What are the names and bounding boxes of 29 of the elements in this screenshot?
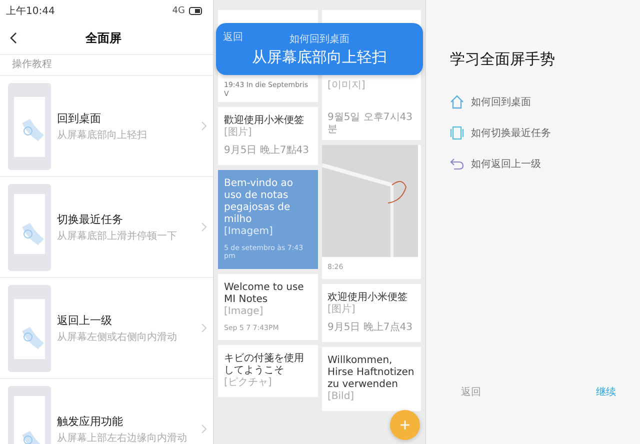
note-attachment-label: [图片] (328, 304, 356, 316)
note-date: 9月5日 晚上7點43 (224, 145, 310, 157)
row-subtitle: 从屏幕底部上滑并停顿一下 (57, 230, 178, 242)
note-title: Bem-vindo ao uso de notas pegajosas de milho (224, 178, 294, 226)
note-title: キビの付箋を使用してようこそ (224, 353, 305, 377)
page-title: 全面屏 (84, 30, 122, 46)
network-label: 4G (172, 6, 185, 16)
note-date: 9月5日 晚上7点43 (328, 322, 414, 334)
row-title: 返回上一级 (57, 312, 113, 328)
note-title: Willkommen, Hirse Haftnotizen zu verwenden (328, 355, 415, 391)
note-attachment-label: [Imagem] (224, 226, 274, 238)
note-title: Welcome to use MI Notes (224, 282, 305, 306)
note-attachment-label: [图片] (224, 127, 253, 139)
guide-title: 学习全面屏手势 (450, 50, 556, 69)
note-attachment-label: [Image] (224, 306, 264, 318)
note-attachment-label: [ピクチャ] (224, 377, 273, 390)
status-time: 上午10:44 (6, 4, 55, 18)
row-title: 回到桌面 (57, 110, 102, 126)
note-title: 歡迎使用小米便签 (224, 115, 305, 126)
note-date: 9월5일 오후7시43분 (328, 112, 414, 136)
section-label: 操作教程 (0, 54, 213, 76)
row-subtitle: 从屏幕底部向上轻扫 (57, 128, 148, 142)
row-subtitle: 从屏幕上部左右边缘向内滑动 (57, 432, 188, 444)
note-attachment-label: [이미지] (328, 80, 366, 92)
note-attachment-label: [Bild] (328, 391, 356, 404)
row-title: 切换最近任务 (57, 212, 124, 226)
note-title: 欢迎使用小米便签 (328, 292, 408, 304)
row-title: 触发应用功能 (57, 414, 124, 428)
row-subtitle: 从屏幕左侧或右侧向内滑动 (57, 330, 178, 344)
